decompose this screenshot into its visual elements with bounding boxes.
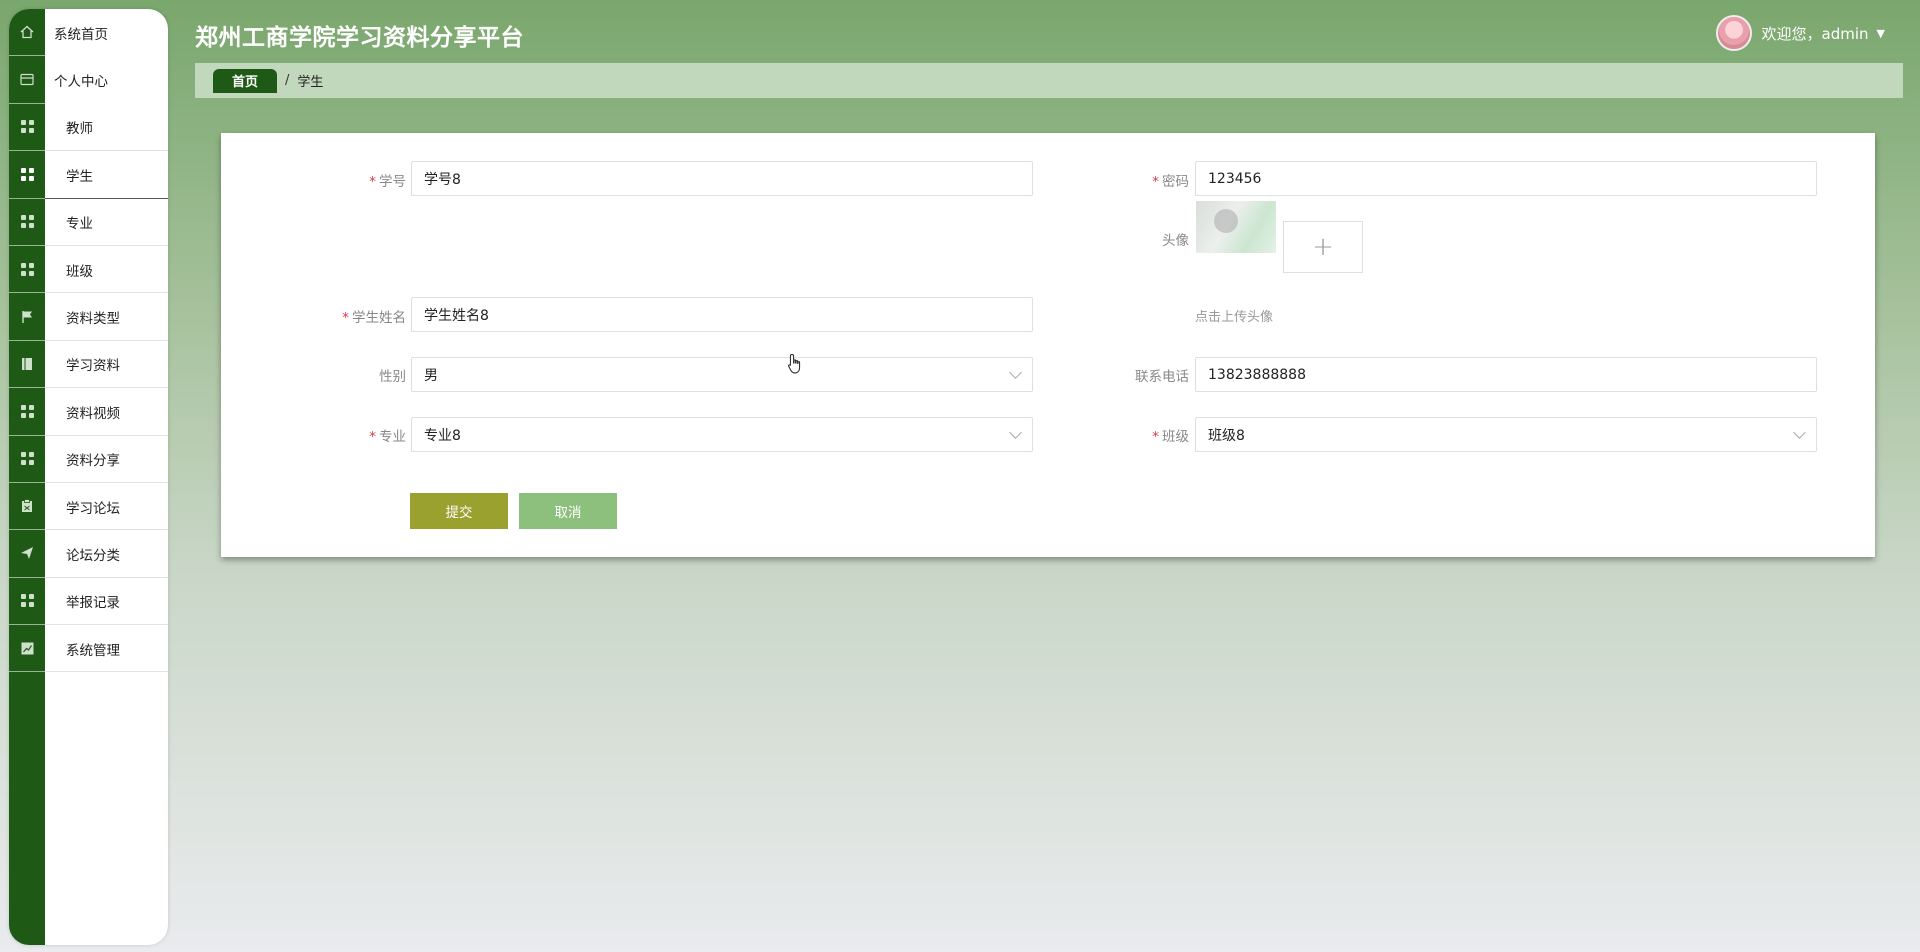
app-title: 郑州工商学院学习资料分享平台 <box>195 25 524 51</box>
sidebar-item-label: 专业 <box>66 216 93 233</box>
book-icon <box>9 341 45 389</box>
sidebar-item-forum-category[interactable]: 论坛分类 <box>9 530 168 579</box>
submit-button[interactable]: 提交 <box>410 493 508 529</box>
student-no-label: * 学号 <box>369 174 406 190</box>
send-icon <box>9 530 45 578</box>
sidebar-item-label: 资料分享 <box>66 453 120 470</box>
sidebar-item-label: 学生 <box>66 168 93 185</box>
breadcrumb: 首页 / 学生 <box>195 63 1903 98</box>
major-select[interactable]: 专业8 <box>411 417 1033 452</box>
chevron-down-icon <box>1009 365 1022 379</box>
chart-icon <box>9 625 45 673</box>
sidebar-item-label: 系统首页 <box>54 26 108 43</box>
sidebar-item-label: 个人中心 <box>54 74 108 91</box>
required-mark: * <box>369 174 376 190</box>
sidebar-item-label: 论坛分类 <box>66 547 120 564</box>
sidebar-menu: 系统首页 个人中心 教师 学生 专业 班级 资料类型 学习资料 资料视频 资料分… <box>9 9 168 673</box>
plus-icon: + <box>1312 232 1334 262</box>
user-menu[interactable]: 欢迎您，admin ▼ <box>1715 14 1885 52</box>
student-name-input[interactable]: 学生姓名8 <box>411 297 1033 332</box>
avatar-label: 头像 <box>1162 233 1189 249</box>
greeting-text: 欢迎您，admin <box>1761 24 1869 43</box>
grid-icon <box>9 246 45 294</box>
gender-label: 性别 <box>379 369 406 385</box>
clipboard-icon <box>9 483 45 531</box>
phone-label: 联系电话 <box>1135 369 1189 385</box>
gender-select[interactable]: 男 <box>411 357 1033 392</box>
flag-icon <box>9 293 45 341</box>
sidebar-item-label: 班级 <box>66 263 93 280</box>
sidebar-item-label: 教师 <box>66 121 93 138</box>
phone-value: 13823888888 <box>1208 366 1306 383</box>
sidebar-item-major[interactable]: 专业 <box>9 199 168 247</box>
breadcrumb-current: 学生 <box>297 75 324 90</box>
cancel-button[interactable]: 取消 <box>519 493 617 529</box>
sidebar-item-label: 举报记录 <box>66 595 120 612</box>
home-icon <box>9 9 45 57</box>
password-label: * 密码 <box>1152 174 1189 190</box>
password-input[interactable]: 123456 <box>1195 161 1817 196</box>
grid-icon <box>9 388 45 436</box>
sidebar-item-study-material[interactable]: 学习资料 <box>9 341 168 389</box>
class-select[interactable]: 班级8 <box>1195 417 1817 452</box>
hand-cursor-icon <box>788 353 801 374</box>
sidebar-item-home[interactable]: 系统首页 <box>9 9 168 57</box>
sidebar-item-system-management[interactable]: 系统管理 <box>9 625 168 673</box>
class-label: * 班级 <box>1152 429 1189 445</box>
sidebar-item-label: 学习论坛 <box>66 500 120 517</box>
student-name-label: * 学生姓名 <box>342 310 406 326</box>
class-value: 班级8 <box>1208 427 1245 444</box>
sidebar-item-material-video[interactable]: 资料视频 <box>9 388 168 436</box>
sidebar-item-label: 资料视频 <box>66 405 120 422</box>
sidebar-item-report-record[interactable]: 举报记录 <box>9 578 168 626</box>
chevron-down-icon <box>1009 425 1022 439</box>
chevron-down-icon <box>1793 425 1806 439</box>
required-mark: * <box>1152 429 1159 445</box>
student-no-input[interactable]: 学号8 <box>411 161 1033 196</box>
required-mark: * <box>342 310 349 326</box>
student-no-value: 学号8 <box>424 171 461 188</box>
wallet-icon <box>9 56 45 104</box>
sidebar-item-teacher[interactable]: 教师 <box>9 104 168 152</box>
sidebar-item-student[interactable]: 学生 <box>9 151 168 199</box>
sidebar-item-label: 系统管理 <box>66 642 120 659</box>
grid-icon <box>9 436 45 483</box>
avatar-preview[interactable] <box>1196 201 1276 253</box>
breadcrumb-home[interactable]: 首页 <box>213 68 278 93</box>
sidebar-item-class[interactable]: 班级 <box>9 246 168 294</box>
sidebar-item-label: 资料类型 <box>66 311 120 328</box>
password-value: 123456 <box>1208 170 1262 187</box>
upload-avatar-hint: 点击上传头像 <box>1195 310 1274 325</box>
phone-input[interactable]: 13823888888 <box>1195 357 1817 392</box>
required-mark: * <box>369 429 376 445</box>
grid-icon <box>9 151 45 199</box>
sidebar-item-profile[interactable]: 个人中心 <box>9 56 168 104</box>
upload-avatar-button[interactable]: + <box>1283 221 1363 273</box>
caret-down-icon: ▼ <box>1876 26 1885 40</box>
required-mark: * <box>1152 174 1159 190</box>
grid-icon <box>9 199 45 246</box>
sidebar-item-material-share[interactable]: 资料分享 <box>9 436 168 484</box>
gender-value: 男 <box>424 367 438 384</box>
major-label: * 专业 <box>369 429 406 445</box>
grid-icon <box>9 578 45 626</box>
major-value: 专业8 <box>424 427 461 444</box>
sidebar-item-label: 学习资料 <box>66 358 120 375</box>
student-name-value: 学生姓名8 <box>424 307 489 324</box>
sidebar-item-material-type[interactable]: 资料类型 <box>9 293 168 342</box>
avatar <box>1715 15 1752 51</box>
student-form: * 学号 学号8 * 密码 123456 头像 + 点击上传头像 * 学生姓名 学生姓… <box>221 133 1875 557</box>
breadcrumb-separator: / <box>285 73 290 88</box>
sidebar: 系统首页 个人中心 教师 学生 专业 班级 资料类型 学习资料 资料视频 资料分… <box>9 9 168 945</box>
sidebar-item-forum[interactable]: 学习论坛 <box>9 483 168 531</box>
grid-icon <box>9 104 45 152</box>
